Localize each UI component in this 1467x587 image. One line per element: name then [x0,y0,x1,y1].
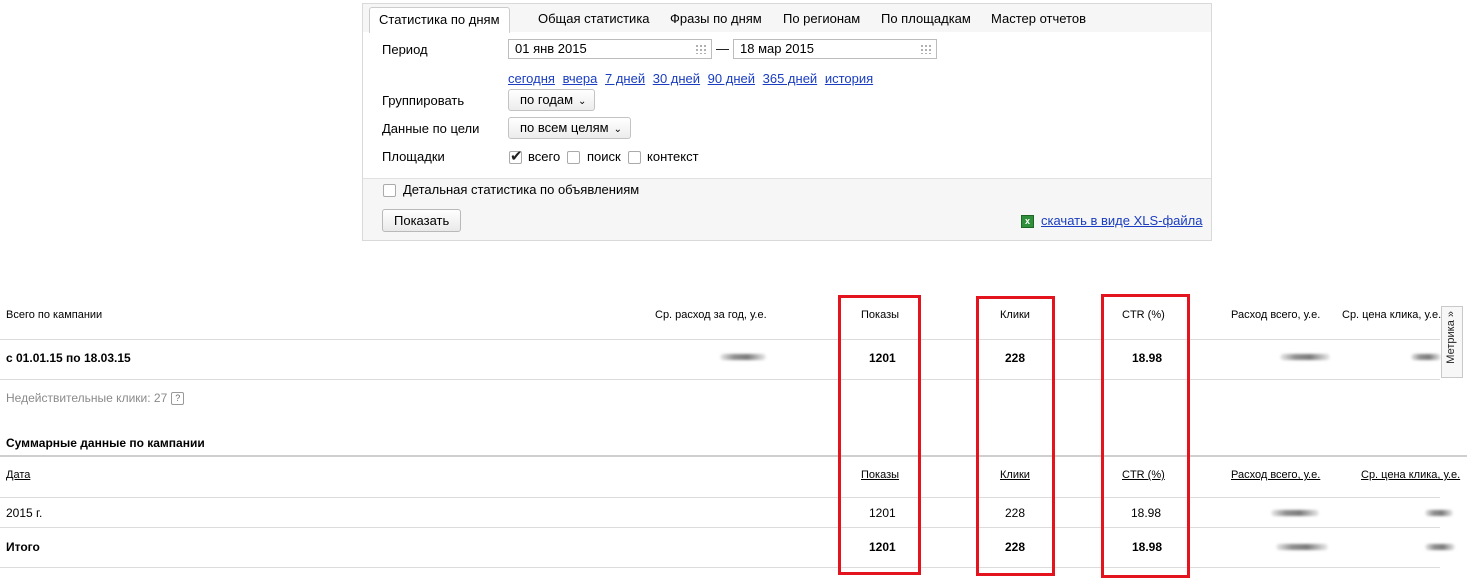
header-ctr: CTR (%) [1122,309,1165,321]
header-avg-cpc: Ср. цена клика, у.е. [1342,309,1442,321]
platform-context-label: контекст [647,149,699,164]
header-total-by-campaign: Всего по кампании [6,309,103,321]
quick-link-30-days[interactable]: 30 дней [653,71,700,86]
form-divider [363,178,1211,179]
calendar-icon[interactable] [695,44,707,54]
metrika-label: Метрика » [1445,311,1457,364]
sort-by-ctr-link[interactable]: CTR (%) [1122,469,1165,481]
total-row-ctr: 18.98 [1132,540,1163,554]
row-divider [0,379,1440,380]
redacted-value [1276,544,1328,550]
table-row-impressions: 1201 [869,506,896,520]
sort-by-date-link[interactable]: Дата [6,469,30,481]
table-row-clicks: 228 [1005,506,1026,520]
quick-link-365-days[interactable]: 365 дней [763,71,818,86]
total-row-label: Итого [6,540,40,554]
invalid-clicks-text: Недействительные клики: 27 [6,391,168,405]
group-select-value: по годам [520,92,574,107]
group-label: Группировать [382,93,465,108]
date-from-input[interactable]: 01 янв 2015 [508,39,712,59]
calendar-icon[interactable] [920,44,932,54]
header-avg-spend: Ср. расход за год, у.е. [655,309,767,321]
help-icon[interactable]: ? [171,392,185,405]
quick-link-today[interactable]: сегодня [508,71,555,86]
tab-general-stats[interactable]: Общая статистика [538,8,650,30]
platform-search-checkbox[interactable] [567,151,580,164]
row-divider [0,567,1440,568]
sort-by-avg-cpc-link[interactable]: Ср. цена клика, у.е. [1361,469,1460,481]
period-label: Период [382,42,428,57]
sort-by-clicks-link[interactable]: Клики [1000,469,1030,481]
platform-search-label: поиск [587,149,621,164]
summary-ctr: 18.98 [1132,351,1163,365]
sort-by-impressions-link[interactable]: Показы [861,469,899,481]
platform-context-checkbox[interactable] [628,151,641,164]
total-row-clicks: 228 [1005,540,1026,554]
metrika-button[interactable]: Метрика » [1441,306,1463,378]
redacted-value [1425,544,1455,550]
highlight-clicks-column [976,296,1055,576]
show-button[interactable]: Показать [382,209,462,232]
campaign-section-title: Суммарные данные по кампании [6,436,205,450]
header-spend-total: Расход всего, у.е. [1231,309,1321,321]
date-to-input[interactable]: 18 мар 2015 [733,39,937,59]
redacted-value [1271,510,1319,516]
detailed-stats-checkbox[interactable] [383,184,396,197]
tab-by-region[interactable]: По регионам [783,8,860,30]
chevron-down-icon: ⌄ [578,96,587,107]
goal-select[interactable]: по всем целям ⌄ [508,117,631,139]
excel-icon[interactable]: x [1021,215,1034,228]
platforms-label: Площадки [382,149,445,164]
date-from-value: 01 янв 2015 [515,41,587,56]
quick-link-yesterday[interactable]: вчера [563,71,598,86]
statistics-filter-panel: Статистика по дням Общая статистика Фраз… [362,3,1212,241]
quick-link-90-days[interactable]: 90 дней [708,71,755,86]
date-separator: — [716,41,729,56]
goal-select-value: по всем целям [520,120,609,135]
tab-by-platform[interactable]: По площадкам [881,8,971,30]
download-xls-link[interactable]: скачать в виде XLS-файла [1041,213,1203,228]
header-clicks: Клики [1000,309,1030,321]
row-divider [0,527,1440,528]
section-divider [0,455,1467,457]
quick-link-history[interactable]: история [825,71,873,86]
tab-report-wizard[interactable]: Мастер отчетов [991,8,1086,30]
redacted-value [1411,354,1441,360]
goal-label: Данные по цели [382,121,480,136]
summary-period: с 01.01.15 по 18.03.15 [6,351,131,365]
tab-daily-stats[interactable]: Статистика по дням [369,7,510,33]
date-to-value: 18 мар 2015 [740,41,815,56]
chevron-down-icon: ⌄ [613,124,622,135]
row-divider [0,497,1440,498]
row-divider [0,339,1440,340]
total-row-impressions: 1201 [869,540,896,554]
tab-phrases-by-day[interactable]: Фразы по дням [670,8,762,30]
header-impressions: Показы [861,309,900,321]
highlight-impressions-column [838,295,921,575]
quick-period-links: сегодня вчера 7 дней 30 дней 90 дней 365… [508,71,877,86]
table-row-ctr: 18.98 [1131,506,1162,520]
group-select[interactable]: по годам ⌄ [508,89,596,111]
sort-by-spend-link[interactable]: Расход всего, у.е. [1231,469,1320,481]
platform-all-label: всего [528,149,561,164]
highlight-ctr-column [1101,294,1190,578]
summary-clicks: 228 [1005,351,1026,365]
redacted-value [720,354,766,360]
redacted-value [1280,354,1330,360]
table-row-date: 2015 г. [6,506,43,520]
platform-all-checkbox[interactable] [509,147,523,165]
quick-link-7-days[interactable]: 7 дней [605,71,645,86]
invalid-clicks-row: Недействительные клики: 27? [6,391,185,405]
summary-impressions: 1201 [869,351,896,365]
redacted-value [1425,510,1453,516]
detailed-stats-label: Детальная статистика по объявлениям [403,182,640,197]
